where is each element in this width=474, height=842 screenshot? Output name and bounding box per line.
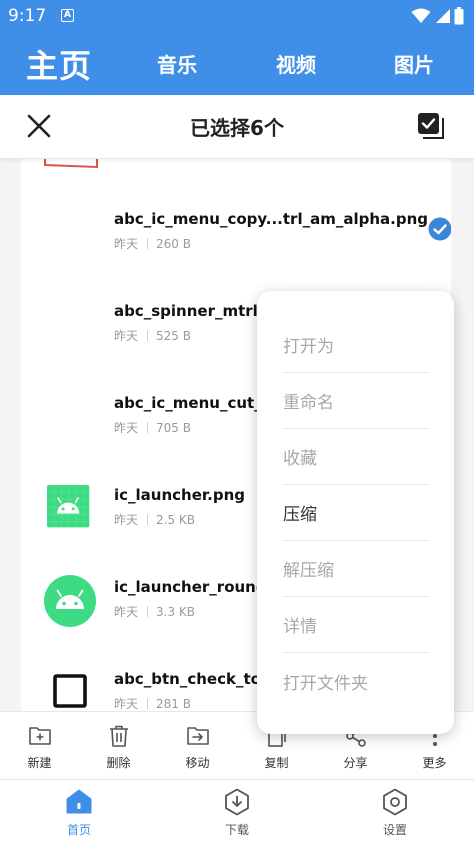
system-icons	[411, 7, 464, 25]
file-meta: 昨天 705 B	[114, 419, 191, 436]
file-meta: 昨天 3.3 KB	[114, 603, 195, 620]
file-date: 昨天	[114, 421, 139, 435]
select-all-icon[interactable]	[416, 111, 446, 141]
selection-count-title: 已选择6个	[190, 116, 284, 140]
file-size: 525 B	[156, 328, 191, 343]
gear-icon	[383, 788, 407, 816]
tab-video[interactable]: 视频	[276, 32, 316, 95]
file-name: abc_spinner_mtrl_	[114, 302, 266, 320]
app-tab-bar: 主页 音乐 视频 图片	[0, 32, 474, 95]
file-name: abc_ic_menu_copy...trl_am_alpha.png	[114, 210, 428, 228]
file-meta: 昨天 525 B	[114, 327, 191, 344]
menu-item-rename[interactable]: 重命名	[283, 373, 429, 429]
delete-button[interactable]: 删除	[79, 712, 158, 780]
file-size: 260 B	[156, 236, 191, 251]
home-icon	[66, 789, 92, 814]
file-date: 昨天	[114, 605, 139, 619]
share-label: 分享	[343, 756, 368, 770]
nav-download-label: 下载	[224, 823, 249, 837]
file-size: 281 B	[156, 696, 191, 711]
new-button[interactable]: 新建	[0, 712, 79, 780]
file-meta: 昨天 281 B	[114, 695, 191, 712]
file-name: ic_launcher_round	[114, 578, 267, 596]
android-square-icon	[47, 485, 90, 528]
move-folder-icon	[187, 727, 209, 745]
file-name: abc_ic_menu_cut_	[114, 394, 262, 412]
nav-settings-label: 设置	[382, 823, 407, 837]
move-button[interactable]: 移动	[158, 712, 237, 780]
file-size: 3.3 KB	[156, 604, 196, 619]
menu-item-open-folder[interactable]: 打开文件夹	[283, 653, 429, 709]
menu-item-extract[interactable]: 解压缩	[283, 541, 429, 597]
file-date: 昨天	[114, 697, 139, 711]
signal-icon	[436, 9, 450, 23]
menu-item-open-as[interactable]: 打开为	[283, 317, 429, 373]
file-date: 昨天	[114, 329, 139, 343]
delete-label: 删除	[106, 756, 131, 770]
status-bar: 9:17 A	[0, 0, 474, 32]
tab-home[interactable]: 主页	[26, 32, 92, 95]
selected-check-icon[interactable]	[428, 217, 452, 241]
bottom-nav: 首页 下载 设置	[0, 779, 474, 842]
copy-label: 复制	[264, 756, 289, 770]
selection-bar: 已选择6个	[0, 95, 474, 159]
file-meta: 昨天 260 B	[114, 235, 191, 252]
nav-download[interactable]: 下载	[158, 780, 316, 842]
trash-icon	[110, 725, 128, 747]
context-menu: 打开为 重命名 收藏 压缩 解压缩 详情 打开文件夹	[257, 291, 454, 734]
menu-item-compress[interactable]: 压缩	[283, 485, 429, 541]
file-date: 昨天	[114, 513, 139, 527]
file-size: 2.5 KB	[156, 512, 196, 527]
move-label: 移动	[185, 756, 210, 770]
new-label: 新建	[27, 756, 52, 770]
battery-icon	[454, 7, 464, 25]
download-icon	[225, 788, 249, 816]
tab-pictures[interactable]: 图片	[394, 32, 434, 95]
wifi-icon	[411, 8, 431, 23]
menu-item-details[interactable]: 详情	[283, 597, 429, 653]
nav-settings[interactable]: 设置	[316, 780, 474, 842]
more-label: 更多	[422, 756, 447, 770]
android-round-icon	[44, 575, 96, 627]
tab-music[interactable]: 音乐	[157, 32, 197, 95]
file-name: ic_launcher.png	[114, 486, 246, 504]
partial-thumbnail	[44, 159, 98, 169]
file-size: 705 B	[156, 420, 191, 435]
new-folder-icon	[29, 727, 51, 745]
file-name: abc_btn_check_to_	[114, 670, 269, 688]
file-meta: 昨天 2.5 KB	[114, 511, 195, 528]
file-row[interactable]: abc_ic_menu_copy...trl_am_alpha.png 昨天 26…	[21, 187, 452, 279]
menu-item-favorite[interactable]: 收藏	[283, 429, 429, 485]
notification-a-icon: A	[61, 9, 74, 22]
status-time: 9:17	[8, 6, 47, 26]
nav-home[interactable]: 首页	[0, 780, 158, 842]
file-date: 昨天	[114, 237, 139, 251]
checkbox-outline-icon	[53, 674, 87, 708]
nav-home-label: 首页	[66, 823, 91, 837]
